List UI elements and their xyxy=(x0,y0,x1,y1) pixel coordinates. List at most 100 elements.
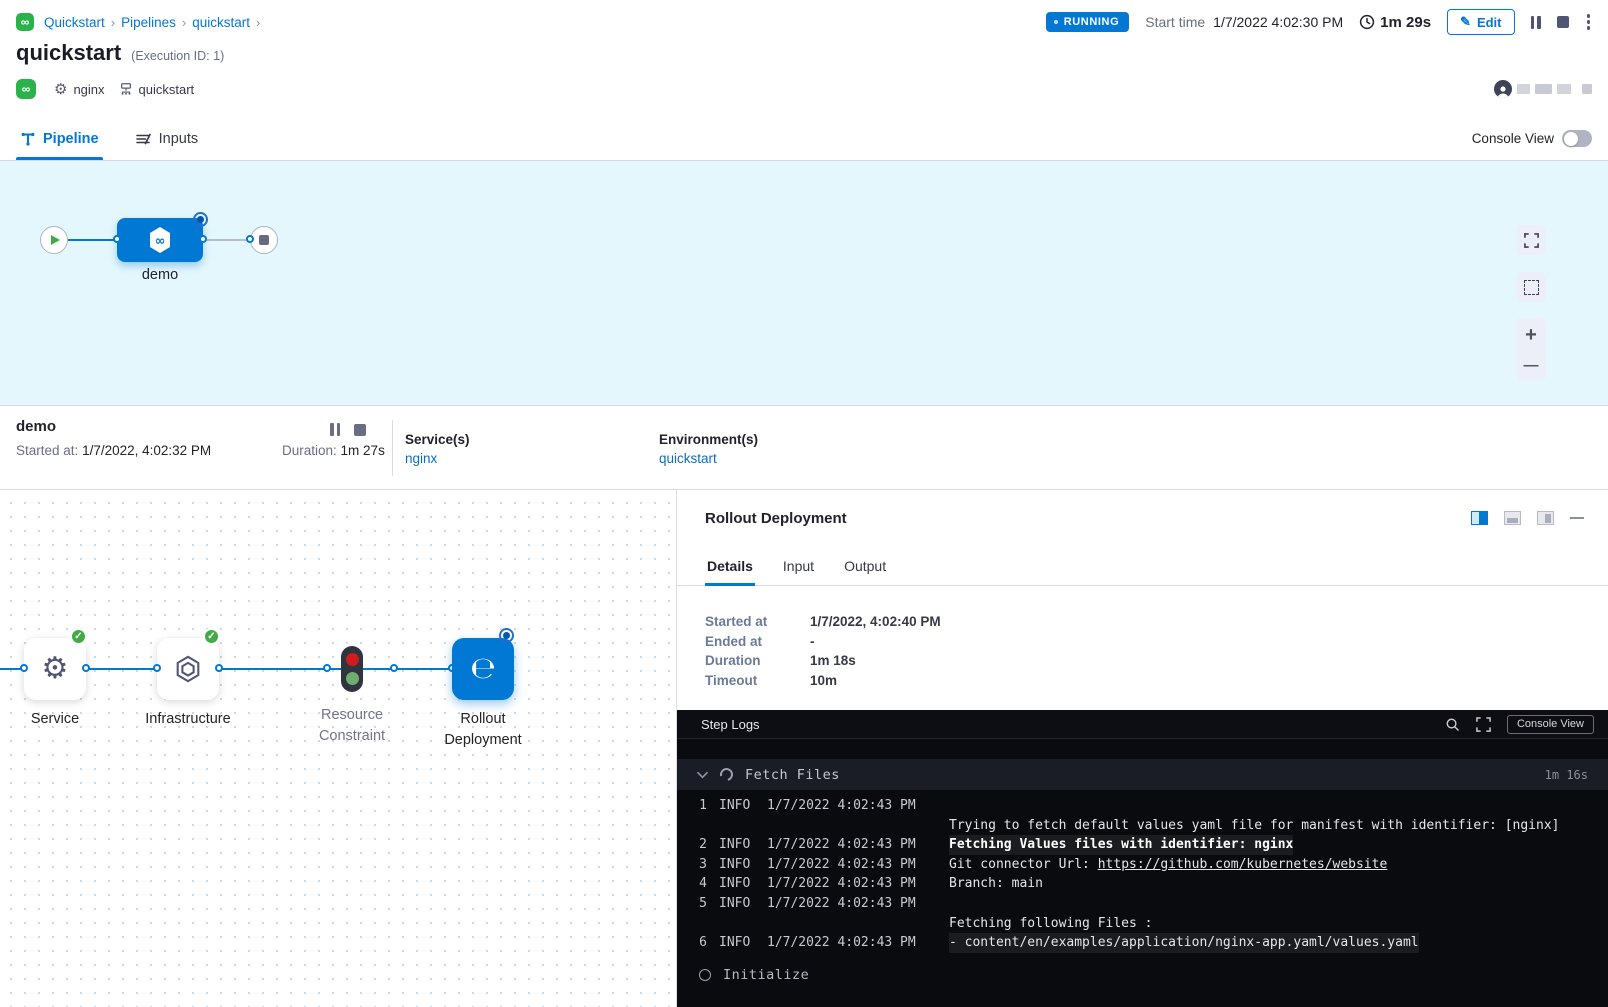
detail-value: 10m xyxy=(810,671,837,691)
execution-actions: RUNNING Start time 1/7/2022 4:02:30 PM 1… xyxy=(1046,9,1592,35)
step-node-resource-constraint[interactable] xyxy=(341,646,363,692)
top-bar: ∞ Quickstart › Pipelines › quickstart › … xyxy=(16,8,1592,36)
redacted-text xyxy=(1582,84,1592,94)
tab-inputs[interactable]: Inputs xyxy=(131,117,203,160)
stage-node-demo[interactable]: ∞ xyxy=(117,218,203,262)
logs-console-view-button[interactable]: Console View xyxy=(1507,715,1594,734)
log-section-initialize[interactable]: Initialize xyxy=(677,960,1608,991)
breadcrumb-separator: › xyxy=(182,15,186,30)
log-line-continuation: Trying to fetch default values yaml file… xyxy=(677,816,1608,836)
layout-right-button[interactable] xyxy=(1537,511,1554,525)
canvas-zoom-controls: + — xyxy=(1516,318,1546,380)
log-section-fetch-files[interactable]: Fetch Files 1m 16s xyxy=(677,759,1608,790)
success-check-icon: ✓ xyxy=(203,628,220,645)
page-title: quickstart xyxy=(16,40,121,66)
layout-split-right-button[interactable] xyxy=(1471,511,1488,525)
stage-in-port xyxy=(113,235,121,243)
environment-chip[interactable]: quickstart xyxy=(119,82,195,97)
search-icon[interactable] xyxy=(1445,717,1460,732)
avatar[interactable] xyxy=(1494,80,1512,98)
section-name: Initialize xyxy=(723,967,809,983)
pipeline-end-node[interactable] xyxy=(250,226,278,254)
pipeline-canvas[interactable]: ∞ demo + — xyxy=(0,161,1608,405)
start-time-value: 1/7/2022 4:02:30 PM xyxy=(1213,14,1343,30)
gear-icon: ⚙ xyxy=(42,654,69,684)
breadcrumb-separator: › xyxy=(256,15,260,30)
clock-icon xyxy=(1359,14,1375,30)
edit-button[interactable]: ✎Edit xyxy=(1447,9,1514,35)
stage-duration: Duration: 1m 27s xyxy=(282,443,385,458)
execution-page: ∞ Quickstart › Pipelines › quickstart › … xyxy=(0,0,1608,1007)
more-options-button[interactable] xyxy=(1585,12,1593,32)
step-details: Started at1/7/2022, 4:02:40 PM Ended at-… xyxy=(677,586,1608,710)
logs-fullscreen-icon[interactable] xyxy=(1476,717,1491,732)
stage-out-port xyxy=(199,235,207,243)
tab-pipeline[interactable]: Pipeline xyxy=(16,117,103,160)
breadcrumb-pipeline-name[interactable]: quickstart xyxy=(192,15,250,30)
spinner-icon xyxy=(718,766,736,784)
stage-label: demo xyxy=(117,267,203,283)
breadcrumb-project[interactable]: Quickstart xyxy=(44,15,105,30)
redacted-text xyxy=(1535,84,1552,94)
stage-hexagon-icon: ∞ xyxy=(144,224,176,256)
console-view-toggle[interactable] xyxy=(1562,130,1592,147)
stage-stop-button[interactable] xyxy=(354,424,366,436)
stop-execution-button[interactable] xyxy=(1557,16,1569,28)
breadcrumb-separator: › xyxy=(111,15,115,30)
redacted-text xyxy=(1517,84,1530,94)
success-check-icon: ✓ xyxy=(70,628,87,645)
panel-layout-controls xyxy=(1471,511,1584,525)
stage-pause-button[interactable] xyxy=(330,423,340,436)
canvas-fullscreen-button[interactable] xyxy=(1516,225,1546,255)
port xyxy=(82,664,90,672)
services-label: Service(s) xyxy=(405,432,470,447)
zoom-in-button[interactable]: + xyxy=(1525,325,1537,345)
minimize-panel-button[interactable] xyxy=(1570,517,1584,520)
step-label-service: Service xyxy=(0,709,110,730)
edge-stage-to-end xyxy=(203,239,250,241)
svg-text:∞: ∞ xyxy=(155,234,166,249)
play-icon xyxy=(51,235,60,245)
pencil-icon: ✎ xyxy=(1460,14,1471,30)
step-running-spinner-icon xyxy=(499,628,514,643)
log-link[interactable]: https://github.com/kubernetes/website xyxy=(1098,857,1388,872)
port xyxy=(215,664,223,672)
execution-id: (Execution ID: 1) xyxy=(131,49,224,63)
step-node-infrastructure[interactable] xyxy=(157,638,219,700)
elapsed-value: 1m 29s xyxy=(1380,14,1431,31)
pause-execution-button[interactable] xyxy=(1531,16,1541,29)
port xyxy=(153,664,161,672)
execution-graph[interactable]: ⚙ ✓ Service ✓ Infrastructure xyxy=(0,490,677,1007)
redacted-text xyxy=(1557,84,1571,94)
tab-output[interactable]: Output xyxy=(842,546,888,585)
log-body[interactable]: Fetch Files 1m 16s 1INFO1/7/2022 4:02:43… xyxy=(677,739,1608,1007)
step-panel-tabs: Details Input Output xyxy=(677,546,1608,586)
step-node-service[interactable]: ⚙ xyxy=(24,638,86,700)
pipeline-icon xyxy=(20,131,36,147)
stage-started: Started at: 1/7/2022, 4:02:32 PM xyxy=(16,443,211,458)
step-node-rollout-deployment[interactable]: ℮ xyxy=(452,638,514,700)
title-row: quickstart (Execution ID: 1) xyxy=(16,40,224,70)
layout-bottom-button[interactable] xyxy=(1504,511,1521,525)
service-link[interactable]: nginx xyxy=(405,451,470,466)
tab-details[interactable]: Details xyxy=(705,546,755,585)
step-panel-header: Rollout Deployment xyxy=(677,490,1608,546)
pipeline-start-node[interactable] xyxy=(40,226,68,254)
gear-icon: ⚙ xyxy=(54,82,67,97)
canvas-select-button[interactable] xyxy=(1516,272,1546,302)
step-logs-header: Step Logs Console View xyxy=(677,710,1608,739)
breadcrumb-pipelines[interactable]: Pipelines xyxy=(121,15,176,30)
zoom-out-button[interactable]: — xyxy=(1524,358,1539,373)
port xyxy=(323,664,331,672)
divider xyxy=(392,420,393,476)
log-line: 3INFO1/7/2022 4:02:43 PMGit connector Ur… xyxy=(677,855,1608,875)
chevron-down-icon xyxy=(697,771,708,779)
environment-link[interactable]: quickstart xyxy=(659,451,758,466)
step-details-panel: Rollout Deployment Details Input Output … xyxy=(677,490,1608,1007)
pending-circle-icon xyxy=(699,969,711,981)
harness-cd-module-icon: ∞ xyxy=(16,13,34,31)
service-chip[interactable]: ⚙ nginx xyxy=(54,82,105,97)
step-logs-title: Step Logs xyxy=(701,717,760,732)
stage-controls xyxy=(330,423,366,436)
tab-input[interactable]: Input xyxy=(781,546,816,585)
